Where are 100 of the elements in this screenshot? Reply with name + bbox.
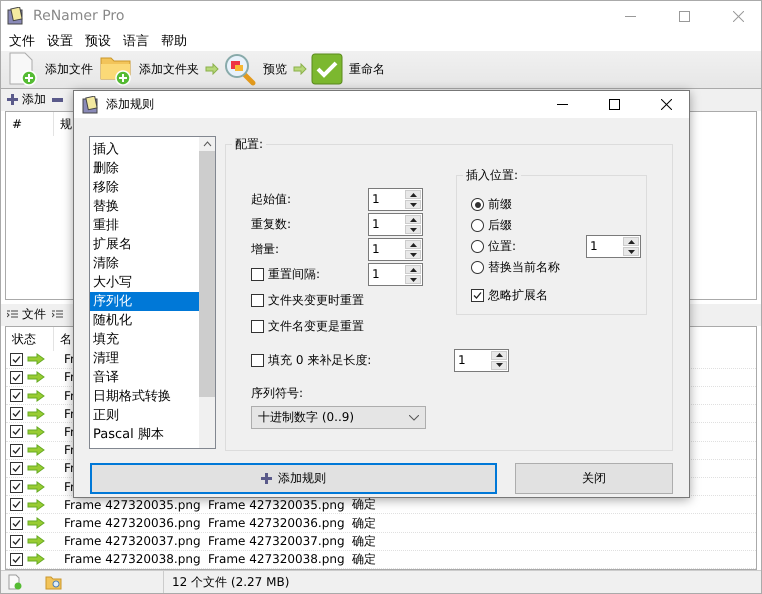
table-cell-text: Frame 427320036.png <box>207 516 346 530</box>
rule-item[interactable]: 清除 <box>90 254 199 273</box>
field-label: 重复数: <box>251 216 292 233</box>
minus-icon[interactable] <box>52 98 63 102</box>
checkbox[interactable] <box>10 407 23 420</box>
checkbox[interactable] <box>10 444 23 457</box>
add-button[interactable]: 添加 <box>7 91 46 108</box>
table-cell-text: Frame 427320038.png <box>63 552 202 566</box>
column-header[interactable]: 状态 <box>6 326 54 351</box>
checkbox[interactable] <box>10 498 23 512</box>
radio-label: 位置: <box>488 238 518 255</box>
rule-item[interactable]: 音译 <box>90 368 199 387</box>
checkbox[interactable] <box>10 389 23 402</box>
radio-label: 替换当前名称 <box>488 259 560 276</box>
radio-button[interactable] <box>471 219 484 232</box>
plus-icon <box>261 473 272 484</box>
toolbar-button[interactable]: 重命名 <box>311 51 387 88</box>
scrollbar[interactable] <box>199 137 215 448</box>
rule-item[interactable]: 扩展名 <box>90 235 199 254</box>
folder-search-icon[interactable] <box>45 574 63 590</box>
radio-button[interactable] <box>471 198 484 211</box>
number-spinner[interactable]: 1 <box>368 238 423 261</box>
rule-item[interactable]: 正则 <box>90 406 199 425</box>
checkbox[interactable] <box>10 480 23 494</box>
number-spinner[interactable]: 1 <box>368 263 423 286</box>
column-header[interactable]: # <box>6 112 54 136</box>
checkbox[interactable] <box>471 288 484 302</box>
minimize-icon <box>624 16 636 17</box>
rule-item[interactable]: 随机化 <box>90 311 199 330</box>
radio-label: 前缀 <box>488 196 512 213</box>
arrow-icon <box>27 480 45 493</box>
app-icon <box>7 7 25 26</box>
checkbox[interactable] <box>10 534 23 548</box>
checkbox[interactable] <box>10 425 23 438</box>
rule-item[interactable]: 插入 <box>90 140 199 159</box>
checkbox-label: 文件名变更是重置 <box>268 318 364 334</box>
toolbar-button[interactable]: 预览 <box>223 51 289 88</box>
arrow-icon <box>27 553 45 566</box>
radio-label: 后缀 <box>488 217 512 234</box>
add-rule-button[interactable]: 添加规则 <box>90 463 497 494</box>
files-tab[interactable]: 文件 <box>7 306 46 324</box>
checkbox[interactable] <box>251 294 264 306</box>
arrow-icon <box>205 63 219 76</box>
table-cell-text: 确定 <box>351 550 376 568</box>
rule-item[interactable]: 替换 <box>90 197 199 216</box>
checkbox[interactable] <box>251 354 264 366</box>
rule-item[interactable]: 大小写 <box>90 273 199 292</box>
menu-item[interactable]: 设置 <box>41 32 79 51</box>
symbols-dropdown[interactable]: 十进制数字 (0..9) <box>251 406 426 429</box>
arrow-icon <box>27 535 45 548</box>
column-header[interactable]: 名 <box>54 326 72 351</box>
arrow-icon <box>27 408 45 420</box>
radio-button[interactable] <box>471 240 484 253</box>
maximize-icon <box>678 10 690 22</box>
rule-item[interactable]: 日期格式转换 <box>90 387 199 406</box>
checkmark-icon <box>311 53 343 86</box>
rule-item[interactable]: 重排 <box>90 216 199 235</box>
document-plus-icon[interactable] <box>7 574 23 590</box>
rule-item[interactable]: Pascal 脚本 <box>90 425 199 444</box>
field-label: 增量: <box>251 241 280 258</box>
file-count: 12 个文件 (2.27 MB) <box>163 571 290 593</box>
toolbar-button[interactable]: 添加文件 <box>7 51 95 88</box>
checkbox[interactable] <box>10 370 23 384</box>
close-dialog-button[interactable]: 关闭 <box>515 463 673 494</box>
arrow-icon <box>27 517 45 529</box>
number-spinner[interactable]: 1 <box>586 235 641 258</box>
rule-item[interactable]: 移除 <box>90 178 199 197</box>
close-icon <box>732 10 744 22</box>
column-header[interactable]: 规 <box>54 112 72 136</box>
table-cell-text: Frame 427320035.png <box>63 498 202 512</box>
rule-item[interactable]: 序列化 <box>90 292 199 311</box>
list-icon <box>52 310 63 320</box>
radio-button[interactable] <box>471 261 484 274</box>
checkbox[interactable] <box>10 552 23 566</box>
menu-item[interactable]: 预设 <box>79 32 117 51</box>
checkbox[interactable] <box>10 516 23 530</box>
toolbar-button[interactable]: 添加文件夹 <box>99 51 201 88</box>
checkbox[interactable] <box>251 268 264 281</box>
window-title: ReNamer Pro <box>33 8 124 24</box>
close-icon <box>660 99 672 110</box>
table-cell-text: Frame 427320037.png <box>207 534 346 548</box>
field-label: 序列符号: <box>251 385 304 402</box>
magnifier-icon <box>223 52 257 86</box>
group-title: 插入位置: <box>463 167 522 184</box>
number-spinner[interactable]: 1 <box>454 348 509 372</box>
arrow-icon <box>27 390 45 402</box>
menu-item[interactable]: 帮助 <box>155 32 193 51</box>
rule-item[interactable]: 删除 <box>90 159 199 178</box>
table-cell-text: 确定 <box>351 532 376 550</box>
menu-item[interactable]: 文件 <box>3 32 41 51</box>
rule-item[interactable]: 清理 <box>90 349 199 368</box>
arrow-icon <box>27 462 45 474</box>
checkbox[interactable] <box>10 462 23 475</box>
menu-item[interactable]: 语言 <box>117 32 155 51</box>
rule-item[interactable]: 填充 <box>90 330 199 349</box>
checkbox[interactable] <box>251 320 264 332</box>
checkbox[interactable] <box>10 352 23 366</box>
checkbox-label: 忽略扩展名 <box>488 286 548 304</box>
number-spinner[interactable]: 1 <box>368 213 423 236</box>
number-spinner[interactable]: 1 <box>368 188 423 211</box>
